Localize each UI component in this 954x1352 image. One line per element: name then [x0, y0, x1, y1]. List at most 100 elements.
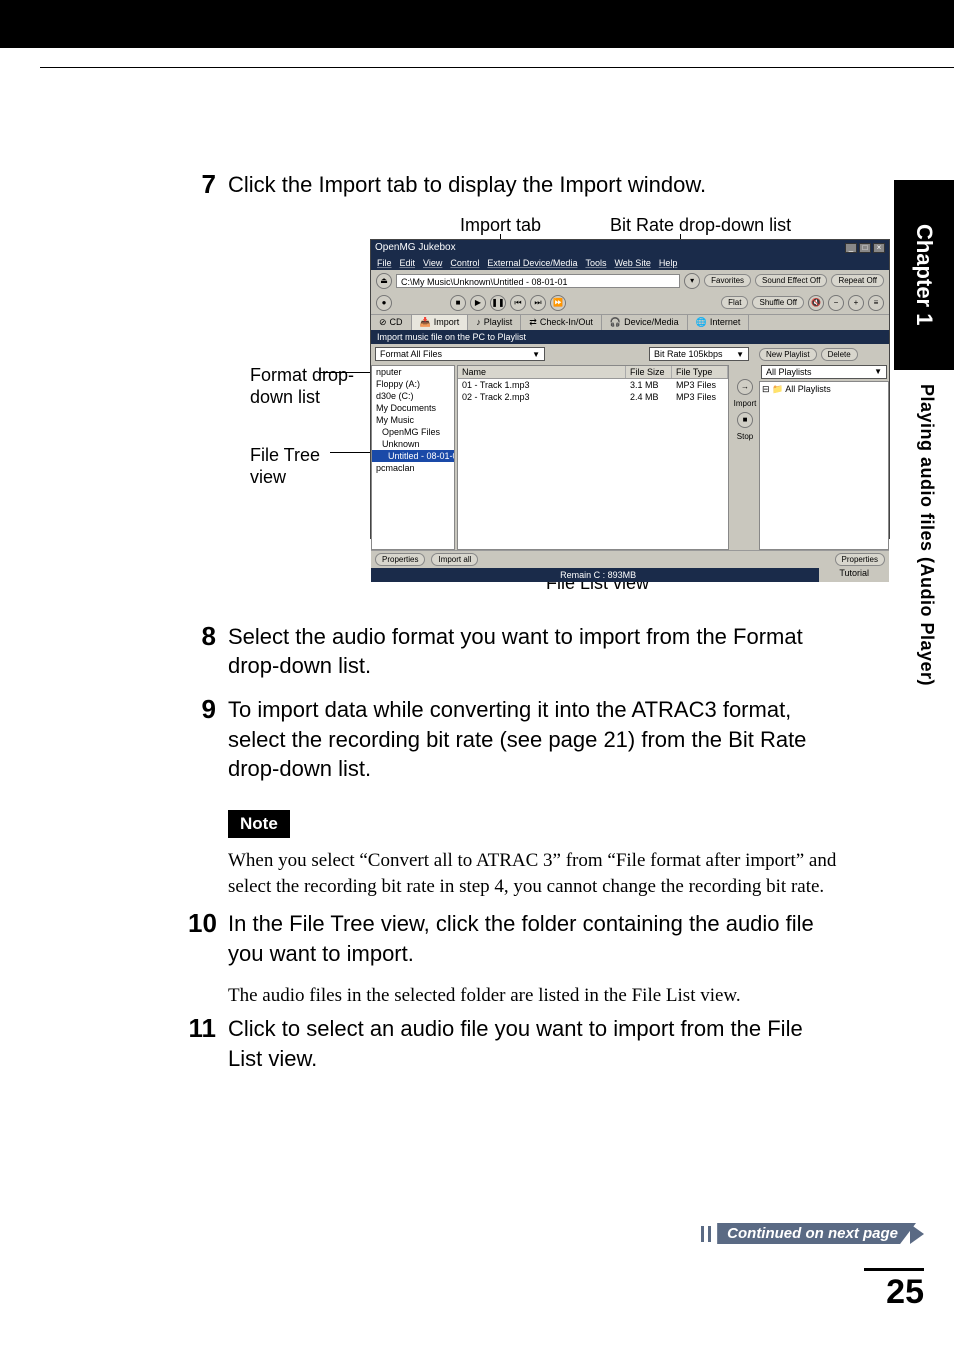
- callout-format: Format drop-down list: [250, 364, 360, 409]
- fwd-icon[interactable]: ⏩: [550, 295, 566, 311]
- tab-cd-label: CD: [390, 317, 403, 327]
- vol-up-icon[interactable]: +: [848, 295, 864, 311]
- tab-device[interactable]: 🎧 Device/Media: [602, 315, 688, 330]
- delete-button[interactable]: Delete: [821, 348, 858, 361]
- step-number: 10: [188, 909, 228, 968]
- tab-import[interactable]: 📥 Import: [412, 315, 469, 330]
- menu-edit[interactable]: Edit: [400, 258, 416, 268]
- stop-label: Stop: [737, 432, 753, 441]
- play-icon[interactable]: ▶: [470, 295, 486, 311]
- tree-item-selected[interactable]: Untitled - 08-01-01: [372, 450, 454, 462]
- import-all-button[interactable]: Import all: [431, 553, 478, 566]
- eq-icon[interactable]: ≡: [868, 295, 884, 311]
- pause-icon[interactable]: ❚❚: [490, 295, 506, 311]
- tab-checkinout[interactable]: ⇄ Check-In/Out: [521, 315, 602, 330]
- window-title: OpenMG Jukebox: [375, 242, 456, 253]
- properties-button[interactable]: Properties: [375, 553, 425, 566]
- menubar: File Edit View Control External Device/M…: [371, 256, 889, 270]
- shuffle-pill[interactable]: Shuffle Off: [752, 296, 804, 309]
- page-content: 7 Click the Import tab to display the Im…: [60, 170, 860, 1088]
- menu-file[interactable]: File: [377, 258, 392, 268]
- file-list-pane[interactable]: Name File Size File Type 01 - Track 1.mp…: [457, 365, 729, 550]
- step-text: Click the Import tab to display the Impo…: [228, 170, 820, 200]
- all-playlists-label: All Playlists: [766, 367, 812, 377]
- favorites-pill[interactable]: Favorites: [704, 274, 751, 287]
- import-button[interactable]: →: [737, 379, 753, 395]
- dropdown-icon[interactable]: ▾: [684, 273, 700, 289]
- titlebar: OpenMG Jukebox _ □ ×: [371, 240, 889, 256]
- stop-button[interactable]: ■: [737, 412, 753, 428]
- eject-icon[interactable]: ⏏: [376, 273, 392, 289]
- sound-effect-pill[interactable]: Sound Effect Off: [755, 274, 827, 287]
- prev-icon[interactable]: ⏮: [510, 295, 526, 311]
- middle-panes: nputer Floppy (A:) d30e (C:) My Document…: [371, 365, 889, 550]
- tab-internet[interactable]: 🌐 Internet: [688, 315, 750, 330]
- tab-playlist[interactable]: ♪ Playlist: [468, 315, 521, 330]
- format-dropdown[interactable]: Format All Files ▼: [375, 347, 545, 361]
- tabs-row: ⊘ CD 📥 Import ♪ Playlist ⇄ Check-In/Out …: [371, 314, 889, 330]
- playlist-tree[interactable]: ⊟ 📁 All Playlists: [759, 381, 889, 550]
- tree-item[interactable]: nputer: [372, 366, 454, 378]
- col-name[interactable]: Name: [458, 366, 626, 378]
- tree-item[interactable]: Unknown: [372, 438, 454, 450]
- note-badge: Note: [228, 810, 290, 838]
- tree-item[interactable]: pcmaclan: [372, 462, 454, 474]
- step-number: 8: [188, 622, 228, 681]
- next-icon[interactable]: ⏭: [530, 295, 546, 311]
- col-type[interactable]: File Type: [672, 366, 728, 378]
- continued-text: Continued on next page: [717, 1223, 916, 1244]
- path-field[interactable]: C:\My Music\Unknown\Untitled - 08-01-01: [396, 274, 680, 288]
- chevron-down-icon: ▼: [874, 367, 882, 376]
- new-playlist-button[interactable]: New Playlist: [759, 348, 817, 361]
- banner-bars-icon: [701, 1226, 711, 1242]
- menu-view[interactable]: View: [423, 258, 442, 268]
- minimize-button[interactable]: _: [845, 243, 857, 253]
- playlists-dropdown[interactable]: All Playlists ▼: [761, 365, 887, 379]
- tree-item[interactable]: d30e (C:): [372, 390, 454, 402]
- maximize-button[interactable]: □: [859, 243, 871, 253]
- flat-pill[interactable]: Flat: [721, 296, 748, 309]
- step-10-subtext: The audio files in the selected folder a…: [228, 983, 840, 1009]
- chapter-label: Chapter 1: [894, 180, 954, 370]
- tutorial-text: Tutorial: [819, 568, 889, 582]
- side-tab: Chapter 1 Playing audio files (Audio Pla…: [894, 180, 954, 820]
- tab-device-label: Device/Media: [624, 317, 679, 327]
- tree-item[interactable]: My Documents: [372, 402, 454, 414]
- step-8: 8 Select the audio format you want to im…: [188, 622, 820, 681]
- mute-icon[interactable]: 🔇: [808, 295, 824, 311]
- repeat-pill[interactable]: Repeat Off: [831, 274, 884, 287]
- step-text: Select the audio format you want to impo…: [228, 622, 820, 681]
- step-10: 10 In the File Tree view, click the fold…: [188, 909, 820, 968]
- menu-external[interactable]: External Device/Media: [487, 258, 577, 268]
- tab-internet-label: Internet: [710, 317, 741, 327]
- figure-import-window: Import tab Bit Rate drop-down list Forma…: [190, 214, 860, 604]
- bitrate-label: Bit Rate: [654, 349, 686, 359]
- stop-icon[interactable]: ■: [450, 295, 466, 311]
- top-black-bar: [0, 0, 954, 48]
- file-row[interactable]: 02 - Track 2.mp3 2.4 MB MP3 Files: [458, 391, 728, 403]
- playlists-pane: All Playlists ▼ ⊟ 📁 All Playlists: [759, 365, 889, 550]
- step-text: In the File Tree view, click the folder …: [228, 909, 820, 968]
- list-header: Name File Size File Type: [458, 366, 728, 379]
- tree-item[interactable]: Floppy (A:): [372, 378, 454, 390]
- bitrate-dropdown[interactable]: Bit Rate 105kbps ▼: [649, 347, 749, 361]
- tab-cd[interactable]: ⊘ CD: [371, 315, 412, 330]
- properties-button-right[interactable]: Properties: [835, 553, 885, 566]
- rec-icon[interactable]: ●: [376, 295, 392, 311]
- callout-bitrate: Bit Rate drop-down list: [610, 214, 791, 237]
- file-row[interactable]: 01 - Track 1.mp3 3.1 MB MP3 Files: [458, 379, 728, 391]
- file-tree-pane[interactable]: nputer Floppy (A:) d30e (C:) My Document…: [371, 365, 455, 550]
- side-subtitle: Playing audio files (Audio Player): [894, 370, 954, 700]
- import-subheader: Import music file on the PC to Playlist: [371, 330, 889, 344]
- menu-help[interactable]: Help: [659, 258, 678, 268]
- close-button[interactable]: ×: [873, 243, 885, 253]
- header-rule: [40, 48, 954, 68]
- menu-website[interactable]: Web Site: [614, 258, 650, 268]
- vol-down-icon[interactable]: −: [828, 295, 844, 311]
- tree-item[interactable]: My Music: [372, 414, 454, 426]
- tree-item[interactable]: OpenMG Files: [372, 426, 454, 438]
- callout-filetree: File Tree view: [250, 444, 360, 489]
- menu-control[interactable]: Control: [450, 258, 479, 268]
- col-size[interactable]: File Size: [626, 366, 672, 378]
- menu-tools[interactable]: Tools: [585, 258, 606, 268]
